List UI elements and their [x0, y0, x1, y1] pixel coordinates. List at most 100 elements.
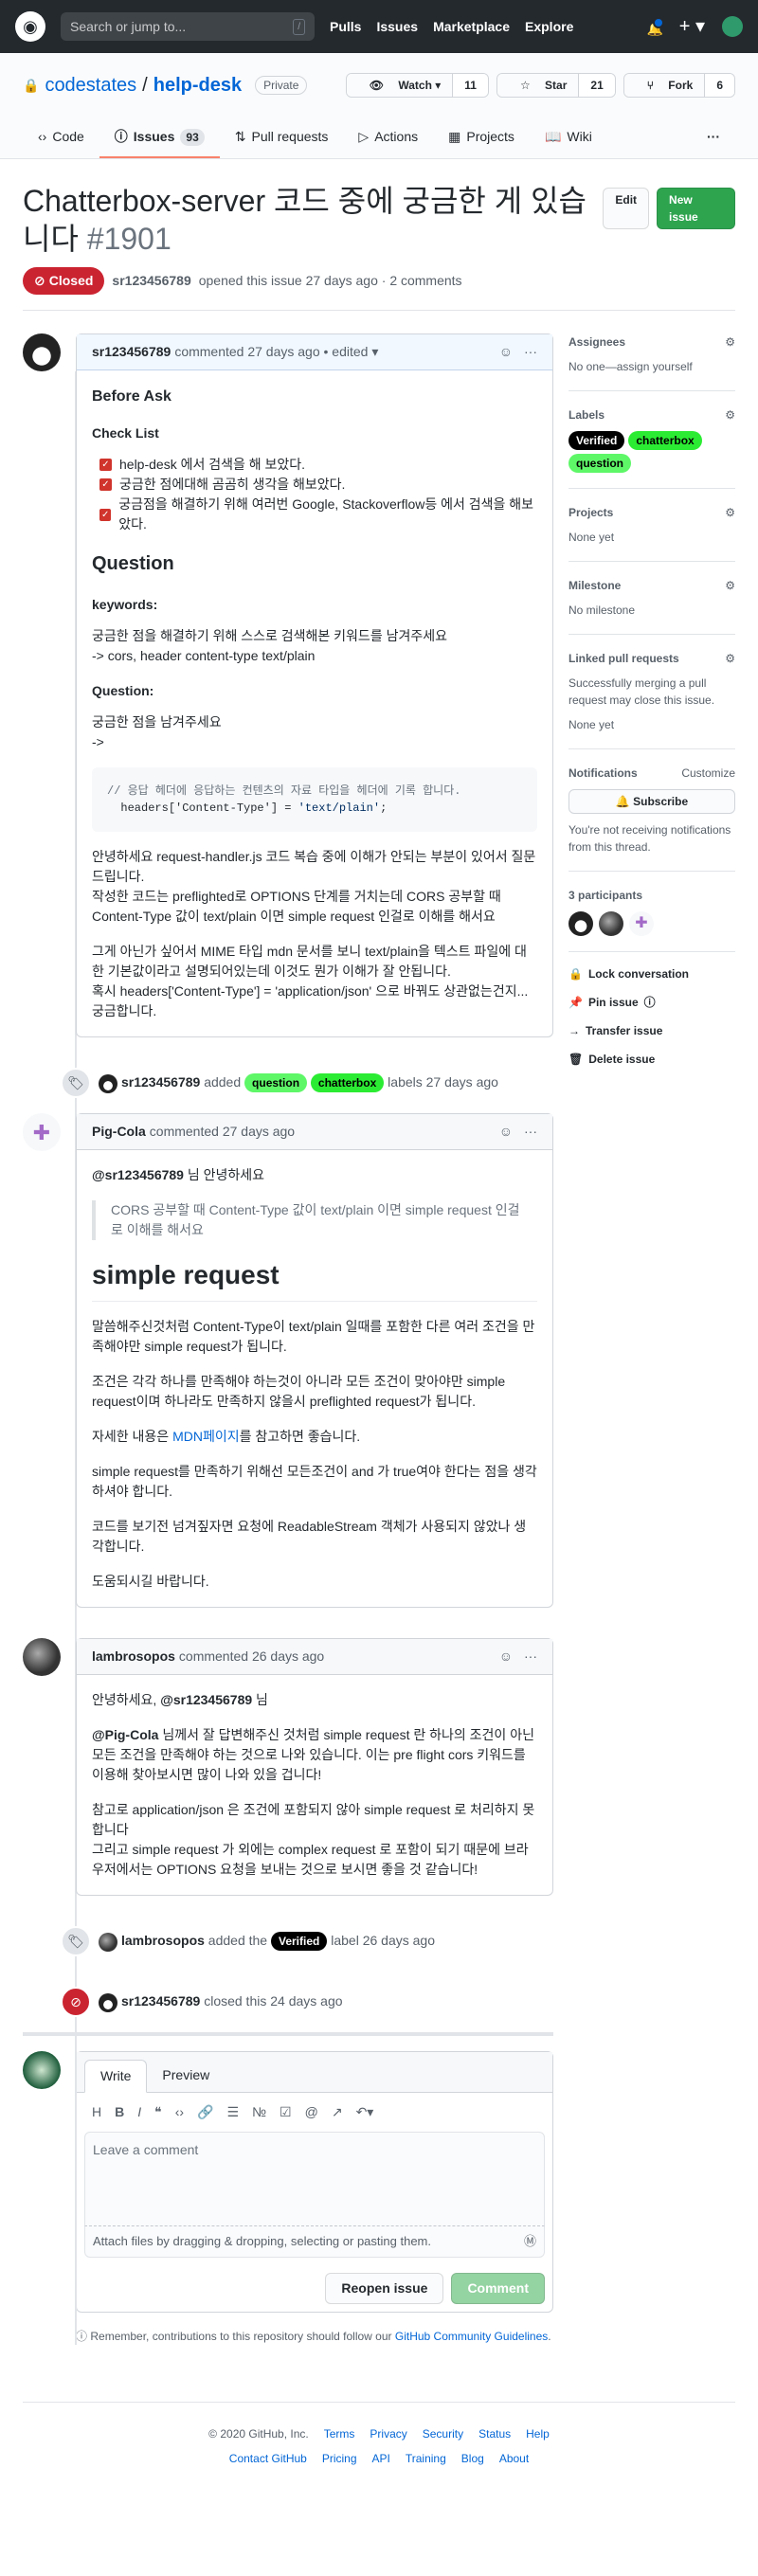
- smiley-icon[interactable]: ☺: [499, 1122, 513, 1142]
- tab-wiki[interactable]: 📖 Wiki: [530, 117, 607, 158]
- avatar[interactable]: [23, 333, 61, 371]
- customize-link[interactable]: Customize: [681, 765, 735, 782]
- footer-link-status[interactable]: Status: [478, 2425, 511, 2442]
- bold-icon[interactable]: B: [115, 2102, 124, 2122]
- edit-button[interactable]: Edit: [603, 188, 650, 229]
- plus-dropdown-icon[interactable]: + ▾: [679, 17, 705, 36]
- kebab-menu-icon[interactable]: ···: [524, 1122, 537, 1142]
- attach-files-area[interactable]: Attach files by dragging & dropping, sel…: [84, 2226, 545, 2258]
- footer-link-terms[interactable]: Terms: [324, 2425, 355, 2442]
- cross-reference-icon[interactable]: ↗: [332, 2102, 343, 2122]
- label-chatterbox[interactable]: chatterbox: [310, 1073, 385, 1093]
- link-icon[interactable]: 🔗: [197, 2102, 213, 2122]
- comment-author[interactable]: Pig-Cola: [92, 1122, 146, 1142]
- user-mention[interactable]: @sr123456789: [160, 1692, 252, 1707]
- footer-link-contact[interactable]: Contact GitHub: [229, 2450, 307, 2467]
- avatar[interactable]: [99, 1932, 117, 1952]
- gear-icon[interactable]: ⚙: [725, 333, 735, 351]
- tab-actions[interactable]: ▷ Actions: [343, 117, 433, 158]
- transfer-issue-button[interactable]: → Transfer issue: [568, 1017, 735, 1045]
- tab-projects[interactable]: ▦ Projects: [433, 117, 530, 158]
- avatar[interactable]: [568, 911, 593, 936]
- label-verified[interactable]: Verified: [568, 431, 625, 450]
- kebab-menu-icon[interactable]: ···: [524, 1647, 537, 1666]
- fork-button[interactable]: ⑂ Fork 6: [623, 73, 735, 98]
- comment-button[interactable]: Comment: [451, 2272, 545, 2304]
- tab-pull-requests[interactable]: ⇅ Pull requests: [220, 117, 344, 158]
- tab-code[interactable]: ‹› Code: [23, 117, 99, 158]
- avatar[interactable]: ✚: [629, 911, 654, 936]
- avatar[interactable]: [599, 911, 623, 936]
- lock-conversation-button[interactable]: 🔒 Lock conversation: [568, 960, 735, 988]
- avatar[interactable]: [99, 1073, 117, 1093]
- gear-icon[interactable]: ⚙: [725, 577, 735, 594]
- footer-link-api[interactable]: API: [372, 2450, 390, 2467]
- avatar[interactable]: [23, 2051, 61, 2089]
- footer-link-privacy[interactable]: Privacy: [370, 2425, 406, 2442]
- watch-count[interactable]: 11: [452, 74, 488, 97]
- comment-meta[interactable]: commented 26 days ago: [179, 1647, 324, 1666]
- comment-meta[interactable]: commented 27 days ago • edited: [174, 342, 368, 362]
- bell-icon[interactable]: 🔔: [647, 17, 664, 36]
- nav-pulls[interactable]: Pulls: [330, 17, 361, 37]
- reopen-issue-button[interactable]: Reopen issue: [325, 2272, 444, 2304]
- avatar[interactable]: [23, 1638, 61, 1676]
- footer-link-training[interactable]: Training: [406, 2450, 446, 2467]
- star-count[interactable]: 21: [578, 74, 615, 97]
- reply-icon[interactable]: ↶▾: [356, 2102, 374, 2122]
- gear-icon[interactable]: ⚙: [725, 406, 735, 423]
- issue-author[interactable]: sr123456789: [112, 271, 190, 291]
- event-actor[interactable]: sr123456789: [121, 1993, 200, 2009]
- star-button[interactable]: ☆ Star 21: [496, 73, 616, 98]
- gear-icon[interactable]: ⚙: [725, 504, 735, 521]
- markdown-icon[interactable]: Ⓜ: [524, 2232, 536, 2251]
- new-issue-button[interactable]: New issue: [657, 188, 735, 229]
- label-verified[interactable]: Verified: [270, 1932, 328, 1952]
- avatar[interactable]: ✚: [23, 1113, 61, 1151]
- tab-write[interactable]: Write: [84, 2060, 148, 2093]
- footer-link-help[interactable]: Help: [526, 2425, 550, 2442]
- mdn-link[interactable]: MDN페이지: [172, 1429, 240, 1444]
- watch-button[interactable]: 👁 Watch ▾ 11: [345, 73, 489, 98]
- mention-icon[interactable]: @: [305, 2102, 318, 2122]
- subscribe-button[interactable]: 🔔 Subscribe: [568, 789, 735, 814]
- tab-issues[interactable]: ⓘ Issues 93: [99, 117, 220, 158]
- quote-icon[interactable]: ❝: [154, 2102, 162, 2122]
- smiley-icon[interactable]: ☺: [499, 342, 513, 362]
- pin-issue-button[interactable]: 📌 Pin issue ⓘ: [568, 988, 735, 1017]
- comment-author[interactable]: sr123456789: [92, 342, 171, 362]
- guidelines-link[interactable]: GitHub Community Guidelines: [395, 2330, 548, 2343]
- user-mention[interactable]: @sr123456789: [92, 1167, 184, 1182]
- footer-link-blog[interactable]: Blog: [461, 2450, 484, 2467]
- comment-meta[interactable]: commented 27 days ago: [150, 1122, 295, 1142]
- italic-icon[interactable]: I: [137, 2102, 141, 2122]
- tab-preview[interactable]: Preview: [147, 2060, 225, 2092]
- delete-issue-button[interactable]: 🗑 Delete issue: [568, 1045, 735, 1073]
- repo-owner-link[interactable]: codestates: [45, 71, 136, 99]
- code-icon[interactable]: ‹›: [175, 2102, 184, 2122]
- heading-icon[interactable]: H: [92, 2102, 101, 2122]
- kebab-menu-icon[interactable]: ···: [692, 117, 735, 158]
- event-actor[interactable]: lambrosopos: [121, 1933, 205, 1948]
- footer-link-pricing[interactable]: Pricing: [322, 2450, 357, 2467]
- event-actor[interactable]: sr123456789: [121, 1074, 200, 1090]
- assign-yourself-link[interactable]: assign yourself: [617, 360, 693, 373]
- user-mention[interactable]: @Pig-Cola: [92, 1727, 158, 1742]
- nav-explore[interactable]: Explore: [525, 17, 573, 37]
- user-avatar[interactable]: [722, 16, 743, 37]
- nav-marketplace[interactable]: Marketplace: [433, 17, 510, 37]
- avatar[interactable]: [99, 1992, 117, 2012]
- ordered-list-icon[interactable]: №: [252, 2102, 266, 2122]
- github-logo-icon[interactable]: ◉: [15, 11, 45, 42]
- unordered-list-icon[interactable]: ☰: [226, 2102, 239, 2122]
- label-question[interactable]: question: [244, 1073, 308, 1093]
- repo-name-link[interactable]: help-desk: [153, 71, 242, 99]
- search-input[interactable]: Search or jump to... /: [61, 12, 315, 41]
- smiley-icon[interactable]: ☺: [499, 1647, 513, 1666]
- footer-link-about[interactable]: About: [499, 2450, 529, 2467]
- label-question[interactable]: question: [568, 454, 631, 473]
- kebab-menu-icon[interactable]: ···: [524, 342, 537, 362]
- footer-link-security[interactable]: Security: [423, 2425, 463, 2442]
- comment-author[interactable]: lambrosopos: [92, 1647, 175, 1666]
- gear-icon[interactable]: ⚙: [725, 650, 735, 667]
